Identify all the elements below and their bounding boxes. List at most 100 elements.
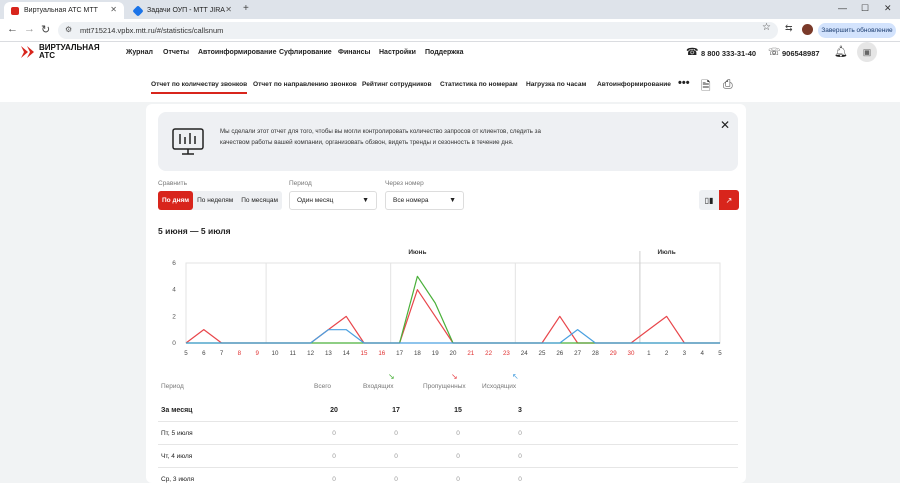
x-tick-label: 23 — [503, 350, 510, 357]
caret-down-icon: ▼ — [362, 197, 369, 204]
tab-title: Задачи ОУП - МТТ JIRA — [147, 7, 225, 14]
browser-tab-active[interactable]: Виртуальная АТС МТТ ✕ — [4, 2, 124, 19]
col-incoming-header: Входящих — [363, 383, 394, 390]
compare-label: Сравнить — [158, 180, 187, 187]
period-select[interactable]: Один месяц ▼ — [289, 191, 377, 210]
minimize-icon[interactable]: — — [838, 3, 847, 13]
via-number-select[interactable]: Все номера ▼ — [385, 191, 464, 210]
account-phone[interactable]: 906548987 — [782, 49, 820, 58]
x-tick-label: 5 — [184, 350, 188, 357]
out-cell: 0 — [518, 476, 522, 483]
forward-icon[interactable]: → — [24, 23, 35, 35]
url-text: mtt715214.vpbx.mtt.ru/#/statistics/calls… — [80, 26, 224, 35]
incoming-arrow-icon: ↘ — [388, 372, 395, 381]
period-cell: Ср, 3 июля — [161, 476, 195, 483]
logo-text[interactable]: ВИРТУАЛЬНАЯ АТС — [39, 44, 100, 60]
x-tick-label: 29 — [610, 350, 617, 357]
address-bar[interactable]: ⚙ mtt715214.vpbx.mtt.ru/#/statistics/cal… — [58, 22, 778, 39]
x-tick-label: 10 — [272, 350, 279, 357]
x-tick-label: 14 — [343, 350, 350, 357]
x-tick-label: 17 — [396, 350, 403, 357]
table-row: Пт, 5 июля 0 0 0 0 — [158, 422, 738, 445]
out-cell: 3 — [518, 407, 522, 414]
export-xls-icon[interactable]: 🗎︎ — [701, 77, 711, 98]
y-tick-label: 4 — [172, 287, 176, 294]
menu-settings[interactable]: Настройки — [379, 49, 416, 56]
browser-tab[interactable]: Задачи ОУП - МТТ JIRA ✕ — [127, 2, 239, 19]
more-tabs-icon[interactable]: ••• — [678, 77, 690, 89]
x-tick-label: 3 — [683, 350, 687, 357]
back-icon[interactable]: ← — [7, 23, 18, 35]
x-tick-label: 21 — [467, 350, 474, 357]
line-chart-icon[interactable]: ↗ — [719, 190, 739, 210]
calls-chart: Июнь Июль 0 2 4 6 5 6 7 8 9 10 11 12 13 14 15 16 17 18 19 20 2… — [146, 242, 746, 367]
bell-icon[interactable]: 🔔︎ — [834, 45, 848, 58]
menu-autoinform[interactable]: Автоинформирование — [198, 49, 276, 56]
tab-calls-direction[interactable]: Отчет по направлению звонков — [253, 81, 357, 88]
compare-weeks-button[interactable]: По неделям — [193, 191, 237, 210]
tab-calls-count[interactable]: Отчет по количеству звонков — [151, 81, 248, 94]
out-cell: 0 — [518, 430, 522, 437]
compare-segmented: По дням По неделям По месяцам — [158, 191, 283, 210]
x-tick-label: 4 — [700, 350, 704, 357]
menu-journal[interactable]: Журнал — [126, 49, 153, 56]
x-tick-label: 2 — [665, 350, 669, 357]
period-cell: За месяц — [161, 407, 193, 414]
support-phone[interactable]: 8 800 333-31-40 — [701, 49, 756, 58]
x-tick-label: 18 — [414, 350, 421, 357]
close-tab-icon[interactable]: ✕ — [110, 5, 117, 14]
maximize-icon[interactable]: ☐ — [861, 3, 869, 14]
jira-favicon-icon — [132, 4, 144, 17]
extension-icon[interactable]: ⇆ — [785, 23, 793, 34]
user-avatar[interactable]: ▣ — [857, 42, 877, 62]
print-icon[interactable]: ⎙ — [723, 77, 733, 92]
in-cell: 0 — [394, 453, 398, 460]
logo-line2: АТС — [39, 51, 56, 60]
close-icon[interactable]: ✕ — [720, 118, 730, 132]
total-cell: 0 — [332, 430, 336, 437]
period-value: Один месяц — [297, 197, 334, 204]
table-row: Ср, 3 июля 0 0 0 0 — [158, 468, 738, 483]
menu-finance[interactable]: Финансы — [338, 49, 371, 56]
bookmark-star-icon[interactable]: ☆ — [762, 22, 771, 33]
in-cell: 0 — [394, 430, 398, 437]
missed-cell: 0 — [456, 453, 460, 460]
x-tick-label: 26 — [556, 350, 563, 357]
x-tick-label: 13 — [325, 350, 332, 357]
caret-down-icon: ▼ — [449, 197, 456, 204]
period-label: Период — [289, 180, 312, 187]
compare-days-button[interactable]: По дням — [158, 191, 194, 210]
x-tick-label: 1 — [647, 350, 651, 357]
x-tick-label: 16 — [378, 350, 385, 357]
logo-icon[interactable] — [21, 45, 35, 59]
menu-reports[interactable]: Отчеты — [163, 49, 189, 56]
total-cell: 0 — [332, 476, 336, 483]
month-label: Июль — [658, 249, 676, 256]
x-tick-label: 6 — [202, 350, 206, 357]
tab-hourly-load[interactable]: Нагрузка по часам — [526, 81, 586, 88]
profile-avatar[interactable] — [802, 24, 813, 35]
in-cell: 0 — [394, 476, 398, 483]
reload-icon[interactable]: ↻ — [41, 23, 50, 36]
menu-support[interactable]: Поддержка — [425, 49, 464, 56]
tab-employee-rating[interactable]: Рейтинг сотрудников — [362, 81, 432, 88]
finish-update-button[interactable]: Завершить обновление — [818, 23, 896, 38]
x-tick-label: 24 — [521, 350, 528, 357]
date-range-title: 5 июня — 5 июля — [158, 226, 231, 236]
x-tick-label: 20 — [450, 350, 457, 357]
chart-svg: Июнь Июль02465 6 7 8 9 10 11 12 13 14 15 16 17 18 19 20 2… — [172, 249, 722, 357]
close-window-icon[interactable]: ✕ — [884, 3, 892, 14]
total-cell: 20 — [330, 407, 338, 414]
tab-number-stats[interactable]: Статистика по номерам — [440, 81, 518, 88]
new-tab-icon[interactable]: + — [243, 3, 249, 14]
bar-chart-icon[interactable]: ▯▮ — [699, 190, 719, 210]
x-tick-label: 7 — [220, 350, 224, 357]
menu-whisper[interactable]: Суфлирование — [279, 49, 332, 56]
compare-months-button[interactable]: По месяцам — [237, 191, 282, 210]
info-banner: Мы сделали этот отчет для того, чтобы вы… — [158, 112, 738, 171]
site-info-icon[interactable]: ⚙ — [65, 25, 72, 34]
close-tab-icon[interactable]: ✕ — [225, 5, 232, 14]
tab-autoinform[interactable]: Автоинформирование — [597, 81, 671, 88]
x-tick-label: 15 — [361, 350, 368, 357]
table-row: Чт, 4 июля 0 0 0 0 — [158, 445, 738, 468]
